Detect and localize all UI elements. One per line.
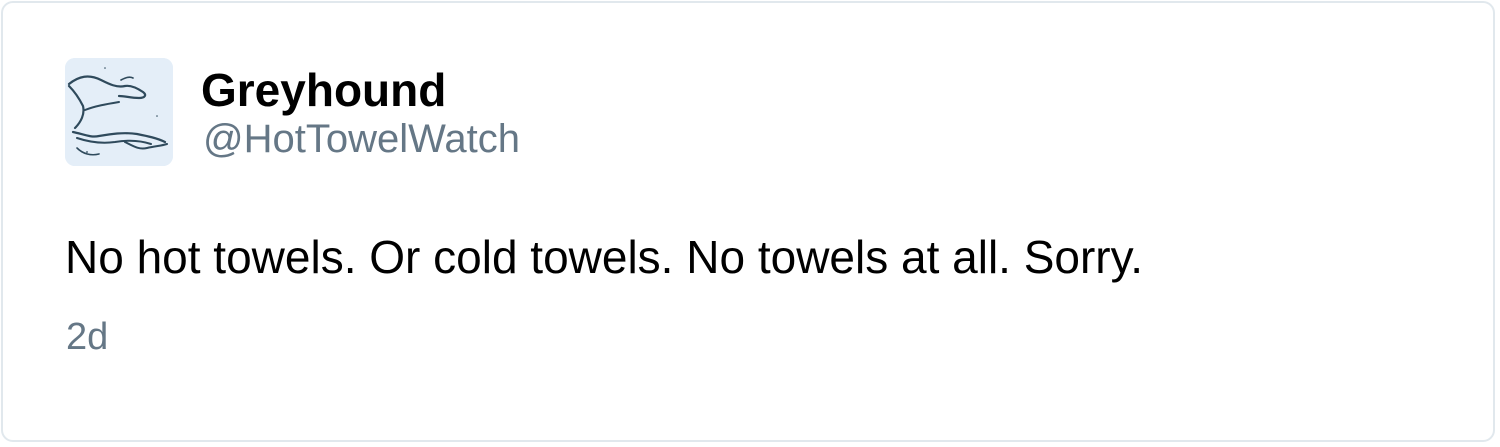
tweet-text: No hot towels. Or cold towels. No towels… <box>65 231 1143 283</box>
timestamp[interactable]: 2d <box>66 315 108 359</box>
avatar[interactable] <box>65 58 173 166</box>
user-handle[interactable]: @HotTowelWatch <box>203 116 520 162</box>
tweet-card[interactable]: Greyhound @HotTowelWatch No hot towels. … <box>1 1 1495 442</box>
greyhound-logo-icon <box>65 58 173 166</box>
display-name[interactable]: Greyhound <box>201 63 446 117</box>
